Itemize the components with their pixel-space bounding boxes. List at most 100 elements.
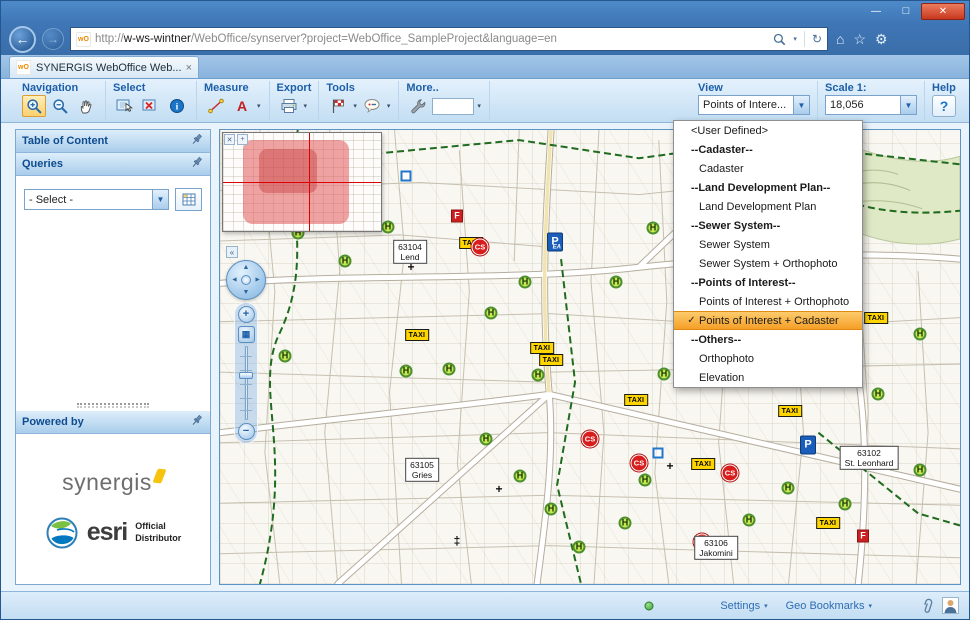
identify-button[interactable]: i	[165, 95, 189, 117]
measure-line-button[interactable]	[204, 95, 228, 117]
more-tools-button[interactable]	[406, 95, 430, 117]
map-marker-bluebox[interactable]	[401, 171, 412, 182]
panel-resize-handle[interactable]	[77, 403, 149, 408]
map-marker-taxi[interactable]: TAXI	[405, 329, 429, 341]
pan-up-icon[interactable]: ▲	[243, 264, 250, 271]
view-menu-item[interactable]: ✓Points of Interest + Cadaster	[674, 311, 862, 330]
map-marker-taxi[interactable]: TAXI	[624, 394, 648, 406]
view-menu-item[interactable]: Sewer System	[674, 235, 862, 254]
map-marker-h[interactable]: H	[514, 470, 527, 483]
map-marker-cs[interactable]: CS	[582, 431, 599, 448]
query-report-button[interactable]	[175, 188, 202, 211]
panel-header-powered-by[interactable]: Powered by	[16, 411, 210, 434]
pan-control[interactable]: ▲ ▼ ◄ ►	[226, 260, 266, 300]
view-menu-item[interactable]: Land Development Plan	[674, 197, 862, 216]
map-marker-cross[interactable]: ‡	[454, 535, 461, 547]
pin-icon[interactable]	[191, 414, 204, 430]
map-marker-p[interactable]: PEA	[547, 233, 563, 252]
paperclip-icon[interactable]	[920, 598, 934, 614]
favorites-star-icon[interactable]: ☆	[853, 31, 866, 48]
add-text-button[interactable]: A	[230, 95, 254, 117]
geo-bookmarks-menu[interactable]: Geo Bookmarks ▾	[786, 600, 872, 612]
title-bar[interactable]: — □ ✕	[1, 1, 969, 23]
map-marker-h[interactable]: H	[382, 221, 395, 234]
help-button[interactable]: ?	[932, 95, 956, 117]
map-marker-h[interactable]: H	[485, 307, 498, 320]
map-marker-taxi[interactable]: TAXI	[864, 312, 888, 324]
redlining-caret-icon[interactable]: ▾	[352, 102, 358, 110]
view-menu-item[interactable]: <User Defined>	[674, 121, 862, 140]
map-marker-h[interactable]: H	[639, 474, 652, 487]
collapse-widget-button[interactable]: «	[226, 246, 238, 258]
more-tools-input[interactable]	[432, 98, 474, 115]
pan-down-icon[interactable]: ▼	[243, 289, 250, 296]
map-marker-h[interactable]: H	[839, 498, 852, 511]
view-menu-item[interactable]: Orthophoto	[674, 349, 862, 368]
overview-move-icon[interactable]: +	[237, 134, 248, 145]
panel-header-table-of-content[interactable]: Table of Content	[16, 130, 210, 153]
view-menu-item[interactable]: Elevation	[674, 368, 862, 387]
zoom-slider[interactable]	[239, 346, 253, 420]
map-marker-h[interactable]: H	[532, 369, 545, 382]
zoom-slider-handle[interactable]	[239, 372, 253, 379]
view-dropdown[interactable]: Points of Intere... ▼	[698, 95, 810, 115]
overview-close-icon[interactable]: ✕	[224, 134, 235, 145]
measure-caret-icon[interactable]: ▾	[256, 102, 262, 110]
settings-menu[interactable]: Settings ▾	[720, 600, 767, 612]
chevron-down-icon[interactable]: ▼	[900, 96, 916, 114]
pan-right-icon[interactable]: ►	[254, 277, 261, 284]
zoom-in-tool-button[interactable]	[22, 95, 46, 117]
map-marker-h[interactable]: H	[573, 541, 586, 554]
browser-tab[interactable]: wO SYNERGIS WebOffice Web... ×	[9, 56, 199, 78]
view-menu-item[interactable]: Sewer System + Orthophoto	[674, 254, 862, 273]
map-marker-h[interactable]: H	[914, 464, 927, 477]
map-marker-taxi[interactable]: TAXI	[530, 342, 554, 354]
map-marker-h[interactable]: H	[480, 433, 493, 446]
autocomplete-caret-icon[interactable]: ▾	[793, 35, 797, 43]
map-marker-h[interactable]: H	[782, 482, 795, 495]
map-marker-h[interactable]: H	[658, 368, 671, 381]
overview-map[interactable]: ✕ +	[222, 132, 382, 232]
map-marker-cs[interactable]: CS	[722, 465, 739, 482]
map-marker-h[interactable]: H	[400, 365, 413, 378]
home-icon[interactable]: ⌂	[836, 31, 844, 47]
pan-center-button[interactable]	[241, 275, 251, 285]
map-marker-h[interactable]: H	[519, 276, 532, 289]
map-marker-p[interactable]: P	[800, 436, 816, 455]
map-marker-taxi[interactable]: TAXI	[539, 354, 563, 366]
forward-button[interactable]: →	[42, 28, 64, 50]
map-marker-f[interactable]: F	[857, 530, 869, 543]
chevron-down-icon[interactable]: ▼	[152, 190, 168, 209]
panel-header-queries[interactable]: Queries	[16, 153, 210, 176]
zoom-in-button[interactable]: +	[238, 306, 255, 323]
map-marker-taxi[interactable]: TAXI	[816, 517, 840, 529]
map-marker-h[interactable]: H	[647, 222, 660, 235]
chevron-down-icon[interactable]: ▼	[793, 96, 809, 114]
map-marker-bluebox[interactable]	[653, 448, 664, 459]
map-marker-taxi[interactable]: TAXI	[691, 458, 715, 470]
select-features-button[interactable]	[113, 95, 137, 117]
scale-dropdown[interactable]: 18,056 ▼	[825, 95, 917, 115]
map-marker-h[interactable]: H	[872, 388, 885, 401]
map-marker-h[interactable]: H	[339, 255, 352, 268]
maximize-button[interactable]: □	[891, 3, 921, 20]
zoom-extent-button[interactable]: ▦	[238, 326, 255, 343]
user-avatar-icon[interactable]	[942, 597, 959, 614]
zoom-out-button[interactable]: −	[238, 423, 255, 440]
map-marker-h[interactable]: H	[610, 276, 623, 289]
view-menu-item[interactable]: Cadaster	[674, 159, 862, 178]
pan-left-icon[interactable]: ◄	[231, 277, 238, 284]
view-menu-item[interactable]: Points of Interest + Orthophoto	[674, 292, 862, 311]
back-button[interactable]: ←	[9, 26, 36, 53]
export-caret-icon[interactable]: ▾	[303, 102, 309, 110]
pan-tool-button[interactable]	[74, 95, 98, 117]
map-marker-h[interactable]: H	[443, 363, 456, 376]
map-marker-h[interactable]: H	[545, 503, 558, 516]
refresh-icon[interactable]: ↻	[812, 32, 822, 46]
map-marker-taxi[interactable]: TAXI	[778, 405, 802, 417]
gear-icon[interactable]: ⚙	[875, 31, 888, 48]
zoom-out-tool-button[interactable]	[48, 95, 72, 117]
query-select-dropdown[interactable]: - Select - ▼	[24, 189, 169, 210]
more-caret-icon[interactable]: ▾	[476, 102, 482, 110]
maptip-button[interactable]	[360, 95, 384, 117]
